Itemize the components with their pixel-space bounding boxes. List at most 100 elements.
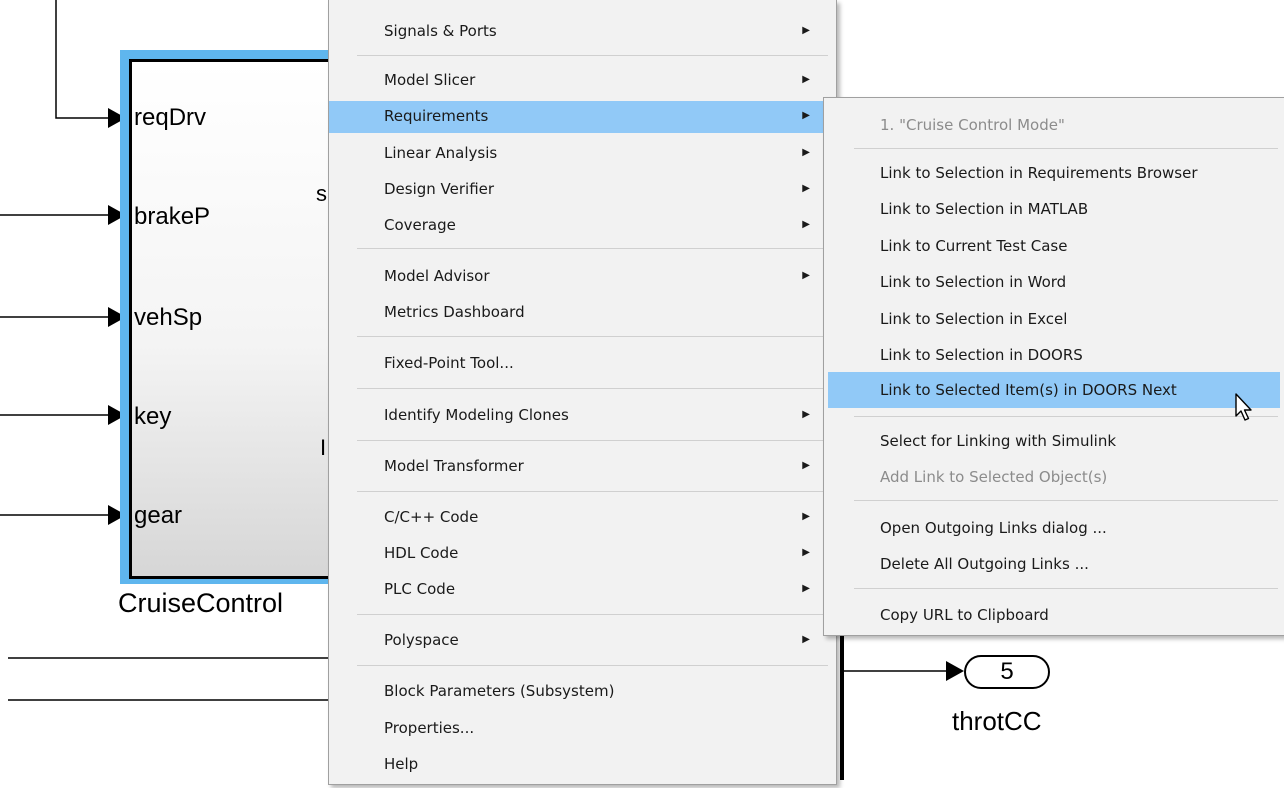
triangle-right-icon: ▶ xyxy=(802,270,810,281)
submenu-item-copy-url[interactable]: Copy URL to Clipboard xyxy=(828,600,1280,630)
menu-item-label: Signals & Ports xyxy=(384,22,497,40)
submenu-item-label: Link to Current Test Case xyxy=(880,237,1068,255)
submenu-item-label: 1. "Cruise Control Mode" xyxy=(880,116,1065,134)
submenu-item-cruise-control-mode: 1. "Cruise Control Mode" xyxy=(828,110,1280,140)
menu-item-label: Model Slicer xyxy=(384,71,476,89)
submenu-item-label: Link to Selection in Word xyxy=(880,273,1067,291)
submenu-item-link-excel[interactable]: Link to Selection in Excel xyxy=(828,304,1280,334)
block-name-label[interactable]: CruiseControl xyxy=(118,588,283,619)
menu-item-label: C/C++ Code xyxy=(384,508,479,526)
menu-item-label: Polyspace xyxy=(384,631,459,649)
menu-item-label: Design Verifier xyxy=(384,180,495,198)
submenu-item-select-for-linking[interactable]: Select for Linking with Simulink xyxy=(828,426,1280,456)
menu-separator xyxy=(357,491,828,492)
submenu-item-label: Link to Selection in DOORS xyxy=(880,346,1083,364)
menu-separator xyxy=(357,55,828,56)
triangle-right-icon: ▶ xyxy=(802,511,810,522)
submenu-item-label: Open Outgoing Links dialog ... xyxy=(880,519,1107,537)
menu-item-label: HDL Code xyxy=(384,544,459,562)
menu-separator xyxy=(854,500,1278,501)
menu-item-label: Linear Analysis xyxy=(384,144,498,162)
menu-item-properties[interactable]: Properties... xyxy=(329,713,836,743)
menu-separator xyxy=(854,148,1278,149)
partial-outport-label: s xyxy=(316,181,327,206)
menu-separator xyxy=(854,416,1278,417)
menu-item-label: Requirements xyxy=(384,107,489,125)
menu-item-model-slicer[interactable]: Model Slicer ▶ xyxy=(329,65,836,95)
menu-item-cpp-code[interactable]: C/C++ Code ▶ xyxy=(329,502,836,532)
menu-item-label: Model Transformer xyxy=(384,457,524,475)
menu-item-block-parameters[interactable]: Block Parameters (Subsystem) xyxy=(329,676,836,706)
inport-label-key: key xyxy=(134,403,172,430)
menu-item-hdl-code[interactable]: HDL Code ▶ xyxy=(329,538,836,568)
menu-item-label: PLC Code xyxy=(384,580,456,598)
submenu-item-link-test-case[interactable]: Link to Current Test Case xyxy=(828,231,1280,261)
triangle-right-icon: ▶ xyxy=(802,110,810,121)
submenu-item-link-doors-next[interactable]: Link to Selected Item(s) in DOORS Next xyxy=(828,372,1280,408)
menu-item-help[interactable]: Help xyxy=(329,749,836,779)
submenu-item-link-matlab[interactable]: Link to Selection in MATLAB xyxy=(828,194,1280,224)
requirements-submenu: 1. "Cruise Control Mode" Link to Selecti… xyxy=(823,97,1284,636)
menu-item-model-transformer[interactable]: Model Transformer ▶ xyxy=(329,451,836,481)
menu-item-label: Model Advisor xyxy=(384,267,490,285)
triangle-right-icon: ▶ xyxy=(802,547,810,558)
menu-separator xyxy=(357,248,828,249)
submenu-item-delete-outgoing-links[interactable]: Delete All Outgoing Links ... xyxy=(828,549,1280,579)
submenu-item-link-word[interactable]: Link to Selection in Word xyxy=(828,267,1280,297)
menu-separator xyxy=(357,336,828,337)
triangle-right-icon: ▶ xyxy=(802,409,810,420)
menu-separator xyxy=(357,614,828,615)
outport-block-5[interactable]: 5 xyxy=(964,655,1050,689)
inport-label-brakeP: brakeP xyxy=(134,203,211,230)
menu-separator xyxy=(357,440,828,441)
menu-item-label: Identify Modeling Clones xyxy=(384,406,569,424)
triangle-right-icon: ▶ xyxy=(802,460,810,471)
triangle-right-icon: ▶ xyxy=(802,583,810,594)
submenu-item-link-requirements-browser[interactable]: Link to Selection in Requirements Browse… xyxy=(828,158,1280,188)
inport-label-gear: gear xyxy=(134,502,183,529)
outport-name-label[interactable]: throtCC xyxy=(952,706,1042,737)
triangle-right-icon: ▶ xyxy=(802,183,810,194)
menu-item-metrics-dashboard[interactable]: Metrics Dashboard xyxy=(329,297,836,327)
menu-item-fixed-point-tool[interactable]: Fixed-Point Tool... xyxy=(329,348,836,378)
block-context-menu: Signals & Ports ▶ Model Slicer ▶ Requireme… xyxy=(328,0,837,785)
menu-item-identify-modeling-clones[interactable]: Identify Modeling Clones ▶ xyxy=(329,400,836,430)
menu-item-label: Block Parameters (Subsystem) xyxy=(384,682,615,700)
triangle-right-icon: ▶ xyxy=(802,219,810,230)
inport-label-reqDrv: reqDrv xyxy=(134,104,207,131)
partial-outport-label-2: I xyxy=(320,435,327,460)
menu-item-label: Fixed-Point Tool... xyxy=(384,354,514,372)
menu-separator xyxy=(854,588,1278,589)
menu-separator xyxy=(357,665,828,666)
menu-item-label: Coverage xyxy=(384,216,456,234)
menu-item-coverage[interactable]: Coverage ▶ xyxy=(329,210,836,240)
menu-item-label: Metrics Dashboard xyxy=(384,303,525,321)
menu-item-label: Help xyxy=(384,755,419,773)
arrowhead-throtCC xyxy=(946,661,964,681)
menu-item-signals-ports[interactable]: Signals & Ports ▶ xyxy=(329,16,836,46)
submenu-item-label: Add Link to Selected Object(s) xyxy=(880,468,1108,486)
menu-item-label: Properties... xyxy=(384,719,475,737)
submenu-item-label: Link to Selected Item(s) in DOORS Next xyxy=(880,381,1177,399)
submenu-item-label: Delete All Outgoing Links ... xyxy=(880,555,1089,573)
menu-item-polyspace[interactable]: Polyspace ▶ xyxy=(329,625,836,655)
menu-item-design-verifier[interactable]: Design Verifier ▶ xyxy=(329,174,836,204)
submenu-item-open-outgoing-links[interactable]: Open Outgoing Links dialog ... xyxy=(828,513,1280,543)
mouse-pointer-icon xyxy=(1235,393,1252,421)
inport-label-vehSp: vehSp xyxy=(134,304,203,331)
signal-line-reqDrv[interactable] xyxy=(55,0,114,119)
submenu-item-label: Link to Selection in Excel xyxy=(880,310,1068,328)
triangle-right-icon: ▶ xyxy=(802,25,810,36)
submenu-item-add-link-selected: Add Link to Selected Object(s) xyxy=(828,462,1280,492)
menu-item-plc-code[interactable]: PLC Code ▶ xyxy=(329,574,836,604)
submenu-item-label: Link to Selection in MATLAB xyxy=(880,200,1089,218)
menu-item-linear-analysis[interactable]: Linear Analysis ▶ xyxy=(329,138,836,168)
triangle-right-icon: ▶ xyxy=(802,634,810,645)
triangle-right-icon: ▶ xyxy=(802,147,810,158)
triangle-right-icon: ▶ xyxy=(802,74,810,85)
submenu-item-label: Select for Linking with Simulink xyxy=(880,432,1117,450)
menu-separator xyxy=(357,388,828,389)
menu-item-requirements[interactable]: Requirements ▶ xyxy=(329,101,836,133)
submenu-item-link-doors[interactable]: Link to Selection in DOORS xyxy=(828,340,1280,370)
menu-item-model-advisor[interactable]: Model Advisor ▶ xyxy=(329,261,836,291)
